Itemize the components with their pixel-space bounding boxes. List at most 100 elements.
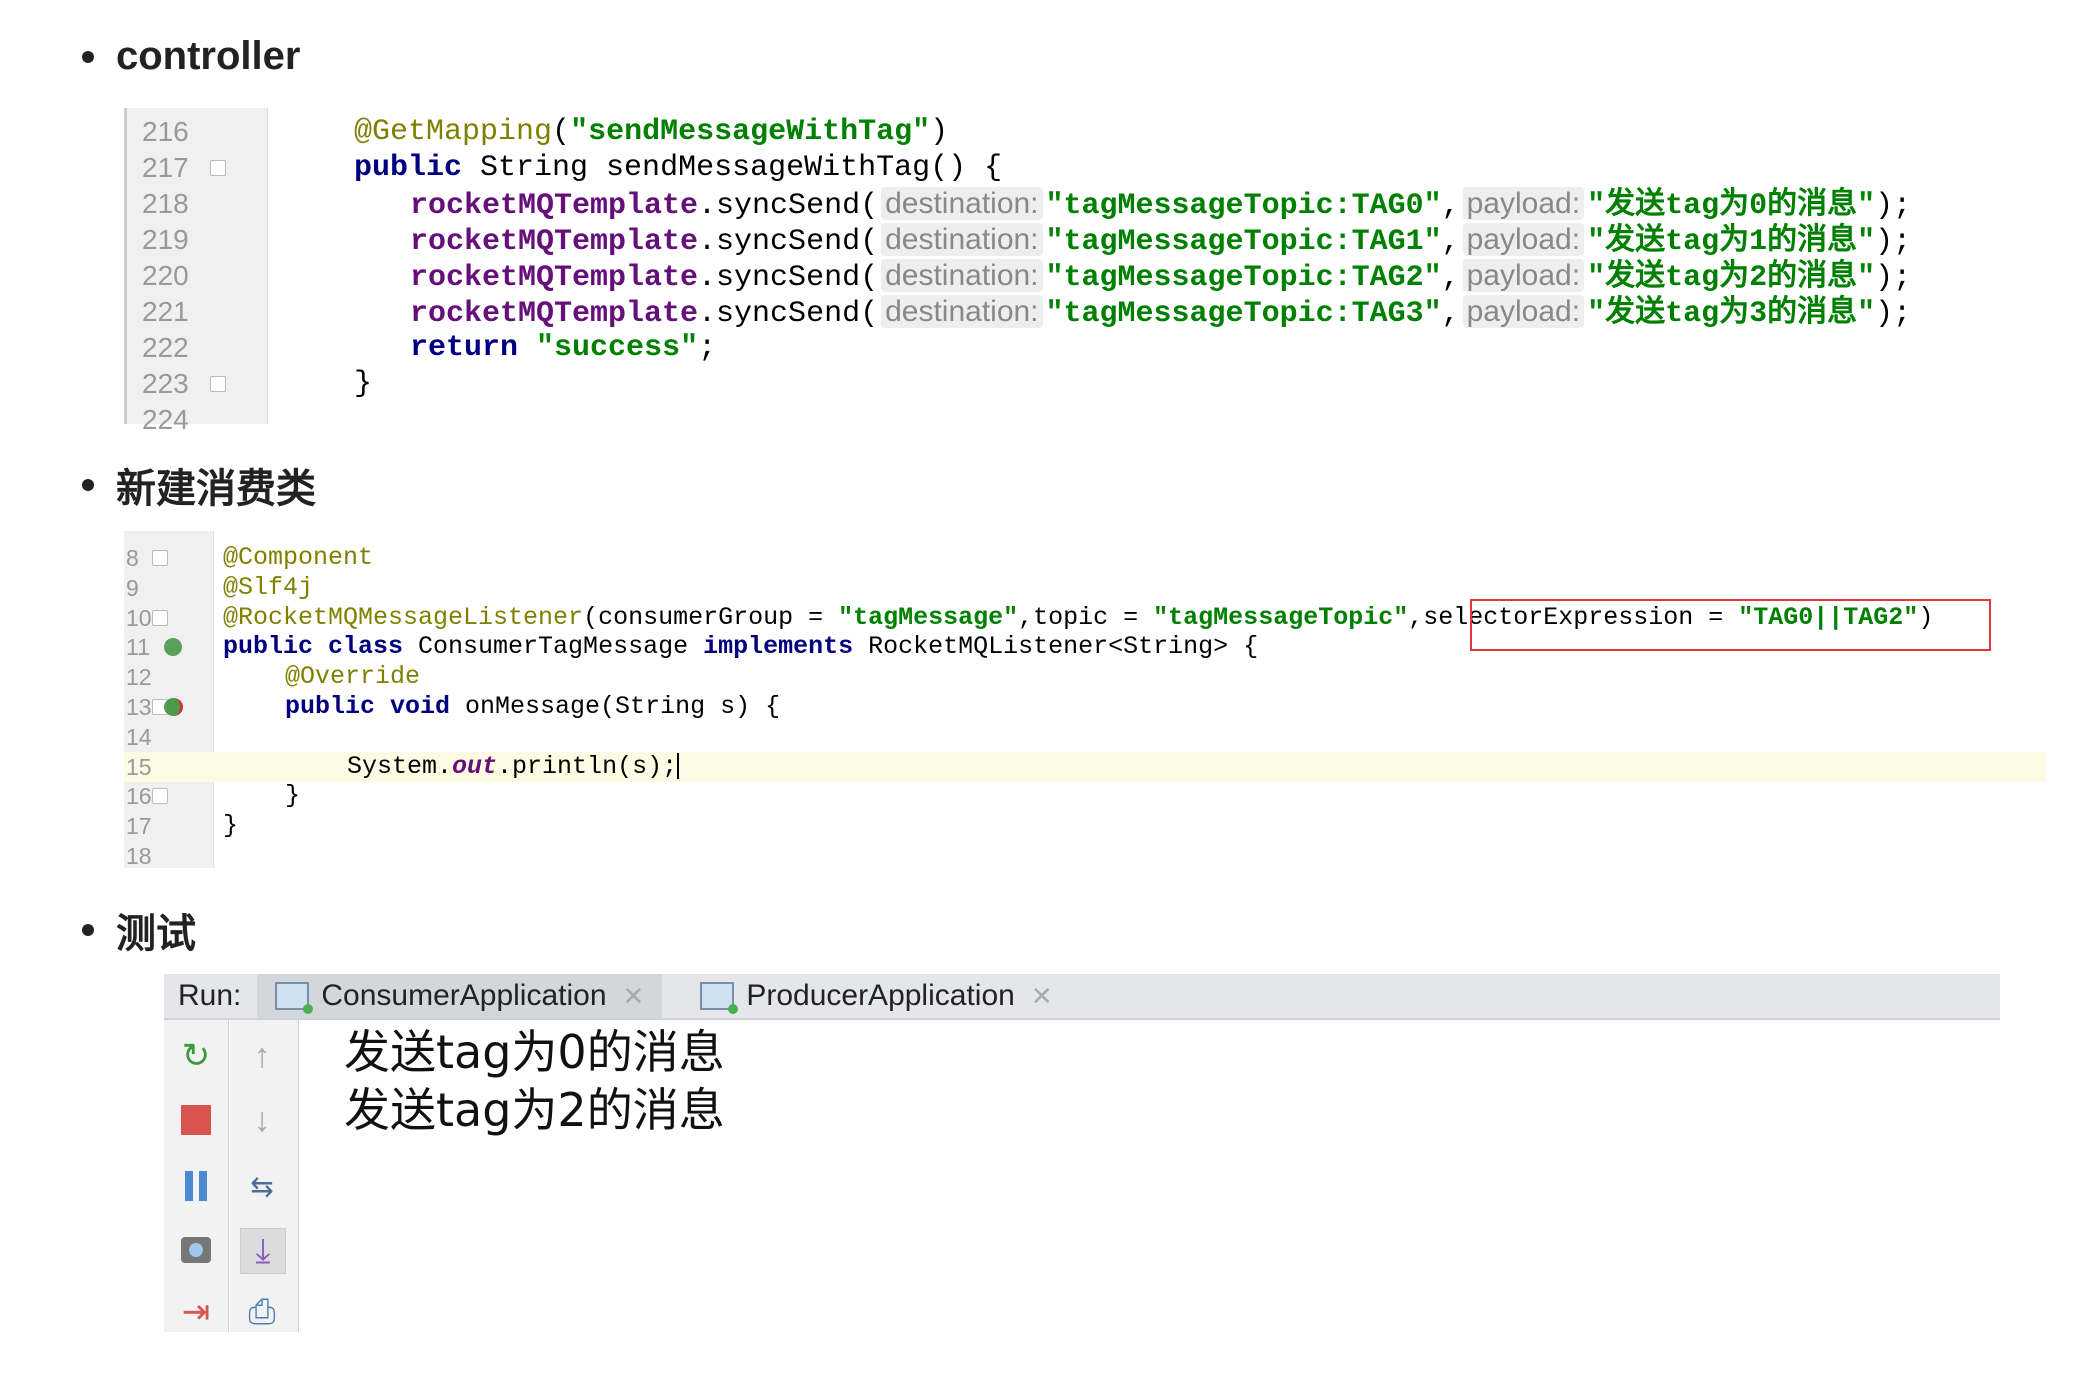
code-line[interactable]: 218 rocketMQTemplate.syncSend(destination… [124,186,2034,223]
code-token: onMessage(String s) { [450,692,781,721]
parameter-hint: destination: [881,295,1043,328]
code-text: } [354,366,372,402]
selector-expression-highlight-box [1470,599,1991,651]
close-tab-icon[interactable]: ✕ [623,981,645,1012]
line-number: 16 [126,783,152,810]
heading-text: 新建消费类 [116,467,316,511]
code-token: "sendMessageWithTag" [570,115,931,149]
heading-text: controller [116,34,301,78]
code-text: rocketMQTemplate.syncSend(destination: "t… [410,222,1911,260]
code-text: public String sendMessageWithTag() { [354,150,1002,186]
code-line[interactable]: 223} [124,366,2034,402]
fold-marker-icon[interactable] [152,549,168,566]
tab-label: ConsumerApplication [321,979,607,1012]
fold-marker-icon[interactable] [152,788,168,805]
controller-code-block: 216 @GetMapping("sendMessageWithTag") 217 p… [124,108,2034,435]
code-token: @Slf4j [223,572,314,602]
code-line[interactable]: 220 rocketMQTemplate.syncSend(destination… [124,258,2034,296]
code-text: rocketMQTemplate.syncSend(destination: "t… [410,294,1911,332]
close-tab-icon[interactable]: ✕ [1031,981,1053,1012]
code-text: return "success"; [410,330,716,366]
code-text: @Slf4j [223,573,313,603]
code-line[interactable]: 16} [124,781,2044,811]
code-token: } [285,781,301,811]
code-token: .syncSend( [698,261,879,295]
code-token: public void [285,692,451,721]
code-token: rocketMQTemplate [410,225,699,259]
code-token: , [1441,189,1460,223]
parameter-hint: payload: [1462,295,1585,328]
heading-text: 测试 [116,912,196,956]
soft-wrap-icon[interactable]: ⇆ [240,1164,284,1208]
code-line[interactable]: 224 [124,402,2034,438]
line-number: 220 [142,260,189,291]
fold-marker-icon[interactable] [152,609,168,626]
tab-label: ProducerApplication [746,979,1015,1012]
up-arrow-icon[interactable]: ↑ [240,1034,284,1078]
code-token: , [1441,261,1460,295]
fold-marker-icon[interactable] [210,160,226,176]
code-token: .syncSend( [698,225,879,259]
code-token: rocketMQTemplate [410,261,699,295]
parameter-hint: destination: [881,223,1043,256]
code-token: System. [347,751,453,781]
override-method-icon[interactable] [164,698,183,716]
code-token: "发送tag为1的消息" [1587,225,1876,259]
code-line[interactable]: 15 System.out.println(s); [124,751,2046,782]
bullet [82,924,94,936]
pause-icon[interactable] [174,1164,218,1208]
code-token: ); [1875,297,1912,331]
code-line[interactable]: 216 @GetMapping("sendMessageWithTag") [124,114,2034,150]
code-token: , [1441,297,1460,331]
down-arrow-icon[interactable]: ↓ [240,1098,284,1142]
line-number: 10 [126,604,152,631]
code-line[interactable]: 221 rocketMQTemplate.syncSend(destination… [124,294,2034,332]
parameter-hint: destination: [881,259,1043,292]
code-text: @Override [285,662,420,692]
code-token: "tagMessageTopic:TAG1" [1045,225,1442,259]
code-token: public class [223,632,404,662]
code-token: "success" [536,331,699,365]
line-number: 17 [126,813,152,840]
code-line[interactable]: 222 return "success"; [124,330,2034,366]
code-line[interactable]: 13 public void onMessage(String s) { [124,692,2044,722]
code-text: public void onMessage(String s) { [285,692,780,722]
code-line[interactable]: 18 [124,841,2044,871]
line-number: 218 [142,188,189,219]
code-line[interactable]: 8 @Component [124,543,2044,573]
code-token: ; [698,331,717,365]
code-line[interactable]: 12 @Override [124,662,2044,692]
code-token: implements [703,632,854,662]
code-text: rocketMQTemplate.syncSend(destination: "t… [410,258,1911,296]
code-line[interactable]: 17} [124,811,2044,841]
code-token: @Component [223,543,374,572]
code-token: @GetMapping [354,115,553,149]
code-token: @Override [285,662,421,692]
run-toolbar-secondary: ↑ ↓ ⇆ ⤓ ⎙ [230,1020,299,1332]
code-line[interactable]: 219 rocketMQTemplate.syncSend(destination… [124,222,2034,260]
code-text: @GetMapping("sendMessageWithTag") [354,114,948,150]
code-token: "tagMessageTopic:TAG3" [1045,297,1442,331]
console-output-line: 发送tag为2的消息 [344,1083,725,1137]
code-line[interactable]: 14 [124,722,2044,752]
line-number: 217 [142,152,189,183]
parameter-hint: payload: [1462,223,1585,256]
code-line[interactable]: 217 public String sendMessageWithTag() { [124,150,2034,186]
fold-marker-icon[interactable] [210,376,226,392]
code-token: ); [1875,225,1912,259]
rerun-icon[interactable]: ↻ [174,1034,218,1078]
stop-icon[interactable] [174,1098,218,1142]
code-token: "tagMessageTopic" [1153,602,1409,632]
tab-consumer-application[interactable]: ConsumerApplication ✕ [257,974,663,1018]
code-token: ); [1875,189,1912,223]
exit-icon[interactable]: ⇥ [174,1290,218,1334]
run-label: Run: [178,979,242,1012]
screenshot-icon[interactable] [174,1228,218,1272]
code-token: ( [552,115,571,149]
print-icon[interactable]: ⎙ [240,1290,284,1334]
bullet [82,479,94,491]
text-cursor [677,752,680,779]
code-token: "tagMessageTopic:TAG2" [1045,261,1442,295]
scroll-to-end-icon[interactable]: ⤓ [240,1228,286,1274]
tab-producer-application[interactable]: ProducerApplication ✕ [682,974,1070,1018]
